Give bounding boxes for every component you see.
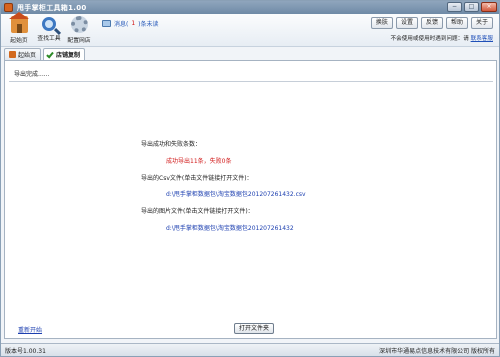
title-bar: 甩手掌柜工具箱1.00 − □ ×	[1, 1, 499, 14]
copyright-label: 深圳市华通易点信息技术有限公司 版权所有	[379, 347, 495, 355]
tool-configure-store[interactable]: 配置网店	[64, 16, 94, 44]
settings-button[interactable]: 设置	[395, 17, 418, 29]
tab-label: 店铺复制	[56, 52, 81, 59]
window-title: 甩手掌柜工具箱1.00	[17, 3, 87, 12]
message-icon	[102, 20, 111, 27]
tool-label: 起始页	[10, 38, 28, 44]
tool-start-page[interactable]: 起始页	[4, 12, 34, 44]
version-label: 版本号1.00.31	[5, 347, 46, 355]
gear-icon	[70, 16, 88, 33]
csv-heading: 导出的Csv文件(单击文件链接打开文件)：	[141, 175, 253, 182]
contact-support-link[interactable]: 联系客服	[471, 36, 493, 42]
message-prefix: 消息(	[114, 21, 129, 28]
feedback-button[interactable]: 反馈	[420, 17, 443, 29]
message-suffix: )条未读	[138, 21, 159, 28]
status-bar: 版本号1.00.31 深圳市华通易点信息技术有限公司 版权所有	[1, 343, 499, 356]
toolbar: 起始页 查找工具 配置网店 消息( 1 )条未读 换肤 设置 反馈 帮助 关于 …	[1, 12, 499, 47]
search-icon	[42, 17, 56, 31]
window-controls: − □ ×	[447, 2, 497, 12]
tool-find-tools[interactable]: 查找工具	[34, 16, 64, 42]
result-heading: 导出成功和失败条数：	[141, 141, 202, 148]
csv-file-link[interactable]: d:\甩手掌柜数据包\淘宝数据包201207261432.csv	[166, 189, 306, 198]
message-count: 1	[131, 20, 136, 27]
tab-start-page[interactable]: 起始页	[4, 48, 42, 60]
main-panel: 导出完成...... 导出成功和失败条数： 成功导出11条，失败0条 导出的Cs…	[4, 60, 497, 339]
app-window: 甩手掌柜工具箱1.00 − □ × 起始页 查找工具 配置网店 消息( 1 )条…	[0, 0, 500, 357]
maximize-button[interactable]: □	[464, 2, 479, 12]
help-button[interactable]: 帮助	[445, 17, 468, 29]
export-status: 导出完成......	[14, 71, 50, 78]
minimize-button[interactable]: −	[447, 2, 462, 12]
home-icon	[9, 51, 16, 58]
image-heading: 导出的图片文件(单击文件链接打开文件)：	[141, 208, 254, 215]
tab-store-copy[interactable]: 店铺复制	[43, 48, 86, 60]
restart-link[interactable]: 重新开始	[18, 325, 42, 334]
check-icon	[46, 50, 54, 59]
tab-bar: 起始页 店铺复制	[1, 48, 499, 60]
help-line: 不会使用或使用时遇到问题：请 联系客服	[391, 34, 494, 42]
tool-label: 配置网店	[67, 38, 91, 44]
help-text: 不会使用或使用时遇到问题：请	[390, 36, 469, 42]
tab-label: 起始页	[18, 52, 37, 59]
about-button[interactable]: 关于	[470, 17, 493, 29]
divider	[9, 81, 493, 82]
close-button[interactable]: ×	[481, 2, 497, 12]
image-folder-link[interactable]: d:\甩手掌柜数据包\淘宝数据包201207261432	[166, 223, 294, 232]
unread-messages[interactable]: 消息( 1 )条未读	[102, 19, 159, 28]
open-folder-button[interactable]: 打开文件夹	[234, 323, 275, 334]
skin-button[interactable]: 换肤	[370, 17, 393, 29]
top-button-group: 换肤 设置 反馈 帮助 关于	[370, 17, 493, 29]
result-counts: 成功导出11条，失败0条	[166, 158, 232, 165]
app-logo-icon	[4, 3, 13, 12]
home-icon	[8, 12, 29, 33]
